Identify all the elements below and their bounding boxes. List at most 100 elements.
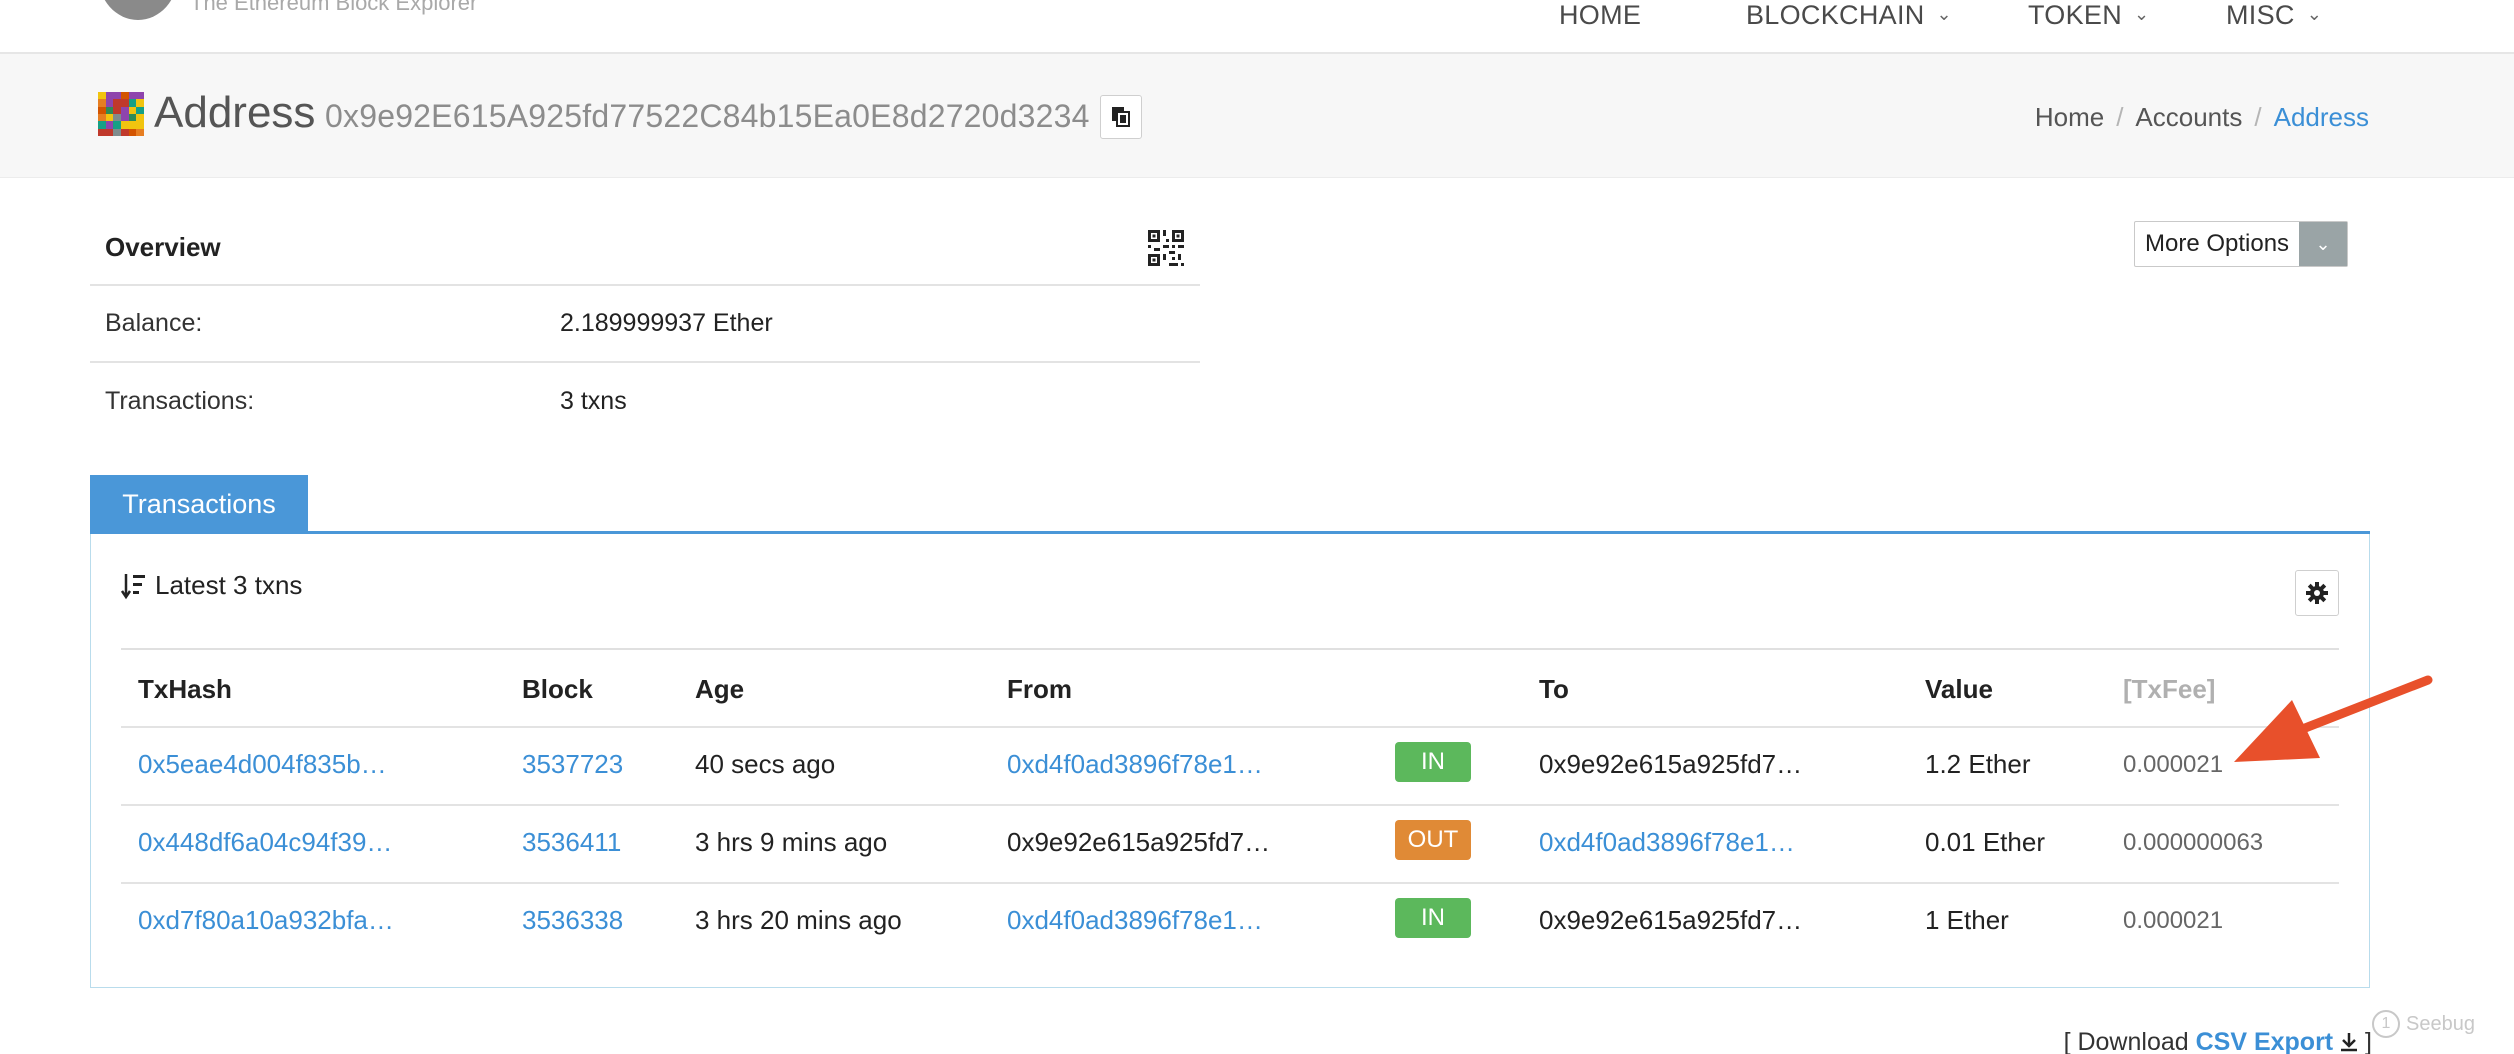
identicon-cell (98, 99, 106, 107)
identicon-cell (98, 106, 106, 114)
txhash-link[interactable]: 0x5eae4d004f835b… (138, 749, 387, 780)
identicon-cell (136, 106, 144, 114)
copy-address-button[interactable] (1100, 95, 1142, 139)
identicon-cell (113, 99, 121, 107)
qr-code-icon[interactable] (1148, 230, 1184, 266)
identicon-cell (113, 114, 121, 122)
col-header-block[interactable]: Block (522, 674, 593, 705)
identicon-cell (113, 121, 121, 129)
value-text: 1 Ether (1925, 905, 2009, 935)
breadcrumb-address: Address (2273, 102, 2369, 132)
settings-button[interactable] (2295, 570, 2339, 616)
identicon-cell (128, 121, 137, 129)
transactions-panel: Latest 3 txns TxHash Block Age From To V… (90, 534, 2370, 988)
nav-token-label: TOKEN (2028, 0, 2123, 30)
txhash-link[interactable]: 0xd7f80a10a932bfa… (138, 905, 394, 936)
txfee-text: 0.000000063 (2123, 829, 2264, 856)
arrow-annotation (2234, 675, 2433, 762)
nav-token[interactable]: TOKEN ⌄ (2028, 0, 2149, 30)
balance-row: Balance: 2.189999937 Ether (90, 286, 1200, 363)
chevron-down-icon[interactable]: ⌄ (2299, 222, 2348, 266)
from-address-text: 0x9e92e615a925fd7… (1007, 827, 1271, 857)
identicon-cell (120, 114, 129, 122)
col-header-txfee[interactable]: [TxFee] (2123, 674, 2215, 705)
breadcrumb-separator: / (2116, 102, 2124, 132)
identicon-cell (98, 92, 106, 100)
col-header-from[interactable]: From (1007, 674, 1072, 705)
block-link[interactable]: 3536411 (522, 827, 621, 858)
balance-value: 2.189999937 Ether (560, 309, 773, 337)
watermark-icon: 1 (2372, 1010, 2400, 1038)
identicon-cell (113, 92, 121, 100)
value-text: 1.2 Ether (1925, 749, 2031, 779)
breadcrumb-accounts[interactable]: Accounts (2135, 102, 2242, 132)
identicon-cell (128, 128, 137, 136)
overview-title: Overview (105, 231, 221, 262)
overview-card: Overview Balance: 2.189999937 Ether Tran… (90, 210, 1200, 440)
nav-misc-label: MISC (2226, 0, 2295, 30)
more-options-button[interactable]: More Options ⌄ (2134, 221, 2349, 267)
copy-icon (1112, 107, 1130, 127)
identicon-cell (136, 92, 144, 100)
chevron-down-icon: ⌄ (2134, 4, 2150, 24)
identicon-cell (113, 128, 121, 136)
breadcrumb-home[interactable]: Home (2035, 102, 2104, 132)
identicon-cell (105, 99, 114, 107)
balance-label: Balance: (105, 309, 203, 337)
gear-icon (2306, 582, 2328, 604)
value-text: 0.01 Ether (1925, 827, 2045, 857)
col-header-to[interactable]: To (1539, 674, 1569, 705)
txn-summary-text: Latest 3 txns (155, 570, 303, 600)
col-header-txhash[interactable]: TxHash (138, 674, 232, 705)
identicon-cell (128, 114, 137, 122)
to-address-text: 0x9e92e615a925fd7… (1539, 905, 1803, 935)
identicon-cell (120, 128, 129, 136)
csv-download-suffix: ] (2365, 1028, 2372, 1054)
from-address-link[interactable]: 0xd4f0ad3896f78e1… (1007, 905, 1263, 936)
direction-badge-out: OUT (1395, 820, 1471, 860)
table-top-border (121, 648, 2339, 650)
identicon-cell (128, 106, 137, 114)
nav-misc[interactable]: MISC ⌄ (2226, 0, 2322, 30)
txhash-link[interactable]: 0x448df6a04c94f39… (138, 827, 392, 858)
txfee-text: 0.000021 (2123, 751, 2224, 778)
site-logo[interactable] (98, 0, 178, 20)
block-link[interactable]: 3536338 (522, 905, 623, 936)
csv-download: [ Download CSV Export ] (2064, 1028, 2372, 1054)
table-row-divider (121, 726, 2339, 728)
tab-transactions[interactable]: Transactions (90, 475, 308, 533)
transactions-row: Transactions: 3 txns (90, 363, 1200, 440)
nav-home-label: HOME (1559, 0, 1642, 30)
csv-export-link[interactable]: CSV Export (2196, 1028, 2334, 1054)
table-row-divider (121, 804, 2339, 806)
chevron-down-icon: ⌄ (1936, 4, 1952, 24)
identicon-cell (120, 106, 129, 114)
from-address-link[interactable]: 0xd4f0ad3896f78e1… (1007, 749, 1263, 780)
more-options-label: More Options (2145, 230, 2290, 257)
identicon-cell (120, 121, 129, 129)
identicon-cell (120, 99, 129, 107)
watermark-text: Seebug (2406, 1012, 2475, 1035)
identicon-cell (105, 114, 114, 122)
nav-blockchain[interactable]: BLOCKCHAIN ⌄ (1746, 0, 1952, 30)
top-navbar: The Ethereum Block Explorer HOME BLOCKCH… (0, 0, 2514, 54)
identicon-cell (105, 106, 114, 114)
page-title: Address (154, 88, 316, 137)
block-link[interactable]: 3537723 (522, 749, 623, 780)
table-row-divider (121, 882, 2339, 884)
transactions-value: 3 txns (560, 387, 627, 415)
download-icon[interactable] (2340, 1032, 2358, 1052)
sort-icon (121, 573, 145, 599)
nav-home[interactable]: HOME (1559, 0, 1641, 30)
direction-badge-in: IN (1395, 742, 1471, 782)
age-text: 3 hrs 20 mins ago (695, 905, 902, 935)
to-address-text: 0x9e92e615a925fd7… (1539, 749, 1803, 779)
col-header-age[interactable]: Age (695, 674, 744, 705)
chevron-down-icon: ⌄ (2306, 4, 2323, 24)
col-header-value[interactable]: Value (1925, 674, 1993, 705)
address-identicon (98, 92, 144, 136)
page-address: 0x9e92E615A925fd77522C84b15Ea0E8d2720d32… (325, 98, 1090, 134)
to-address-link[interactable]: 0xd4f0ad3896f78e1… (1539, 827, 1795, 858)
age-text: 40 secs ago (695, 749, 836, 779)
breadcrumb: Home / Accounts / Address (2035, 102, 2369, 133)
